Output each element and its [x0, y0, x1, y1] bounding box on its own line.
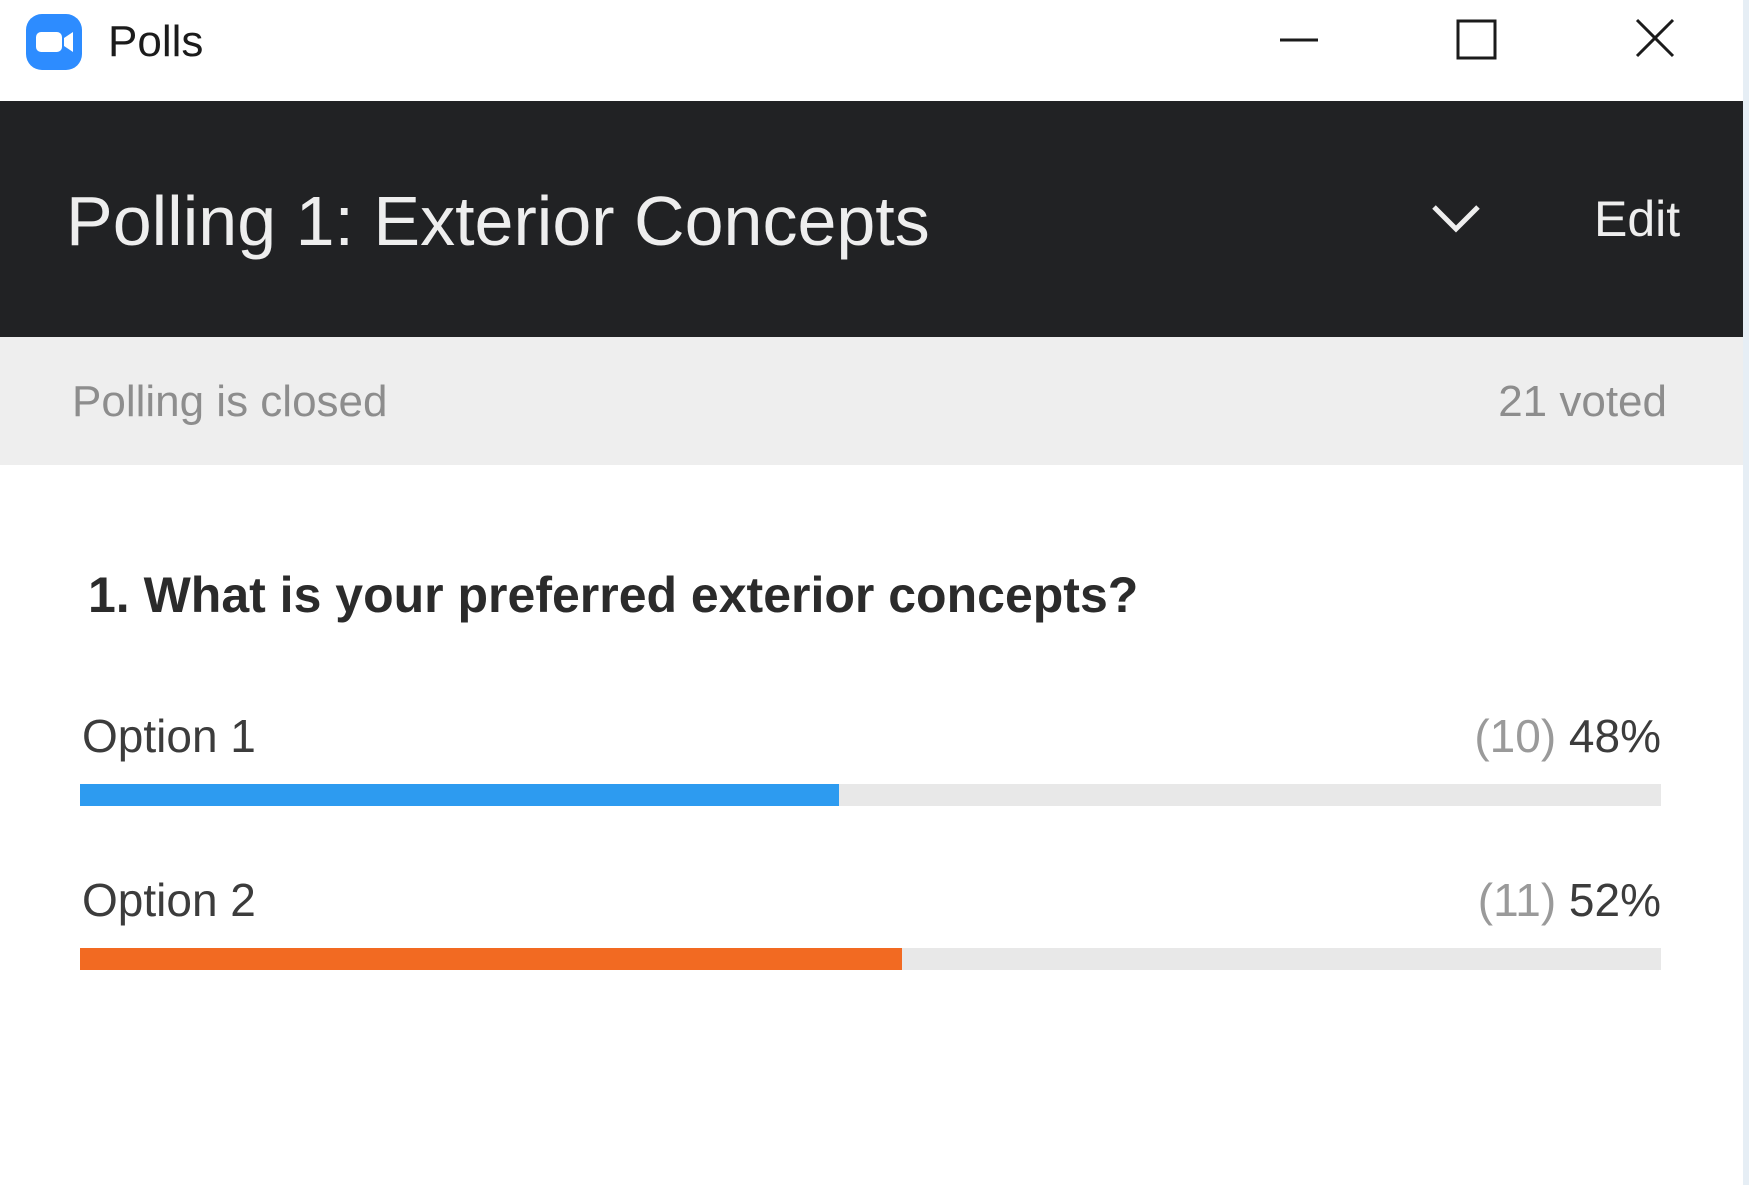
option-label: Option 2	[82, 874, 256, 926]
minimize-button[interactable]	[1228, 0, 1368, 86]
zoom-camera-icon	[26, 14, 82, 70]
result-bar-track	[80, 784, 1661, 806]
window-title: Polls	[108, 17, 204, 66]
poll-dropdown-button[interactable]	[1426, 193, 1486, 245]
option-result: (11) 52%	[1478, 872, 1661, 928]
poll-option: Option 2 (11) 52%	[80, 872, 1661, 982]
option-result: (10) 48%	[1474, 708, 1661, 764]
option-vote-count: (10)	[1474, 710, 1557, 762]
maximize-button[interactable]	[1404, 0, 1544, 86]
poll-status: Polling is closed	[72, 377, 388, 426]
poll-title: Polling 1: Exterior Concepts	[66, 182, 930, 260]
title-bar[interactable]: Polls	[0, 0, 1743, 100]
edit-button[interactable]: Edit	[1594, 189, 1680, 249]
result-bar-fill	[80, 948, 902, 970]
poll-status-bar: Polling is closed 21 voted	[0, 337, 1743, 465]
poll-header: Polling 1: Exterior Concepts Edit	[0, 101, 1743, 337]
minimize-icon	[1280, 38, 1318, 42]
result-bar-fill	[80, 784, 839, 806]
window-border	[1743, 0, 1749, 1185]
option-vote-count: (11)	[1477, 874, 1557, 926]
poll-option: Option 1 (10) 48%	[80, 708, 1661, 818]
close-button[interactable]	[1586, 0, 1726, 86]
question-text: 1. What is your preferred exterior conce…	[88, 567, 1139, 623]
option-percent: 48%	[1568, 710, 1661, 762]
maximize-icon	[1456, 19, 1497, 60]
polls-window: Polls Polling 1: Exterior Concepts Edit	[0, 0, 1749, 1185]
close-icon	[1635, 18, 1675, 58]
option-label: Option 1	[82, 710, 256, 762]
result-bar-track	[80, 948, 1661, 970]
option-percent: 52%	[1568, 874, 1661, 926]
chevron-down-icon	[1432, 205, 1480, 233]
voted-count: 21 voted	[1498, 377, 1667, 426]
